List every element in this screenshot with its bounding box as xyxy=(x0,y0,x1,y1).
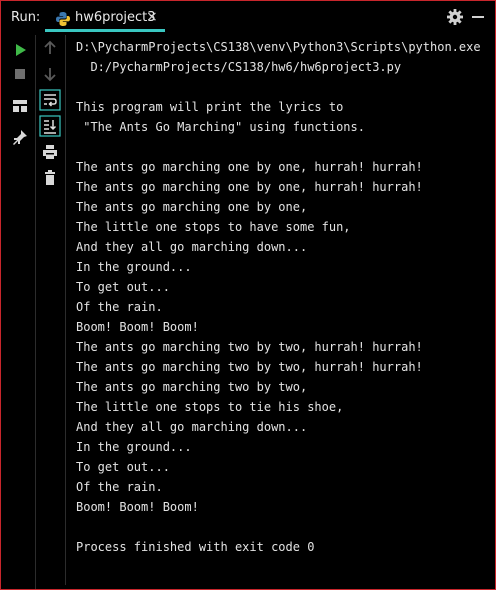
stop-icon[interactable] xyxy=(8,63,32,85)
console-line: "The Ants Go Marching" using functions. xyxy=(76,120,365,134)
console-line: The little one stops to have some fun, xyxy=(76,220,351,234)
console-line: In the ground... xyxy=(76,440,192,454)
console-toolbar xyxy=(35,35,64,589)
console-line: The ants go marching one by one, hurrah!… xyxy=(76,180,423,194)
gear-icon[interactable] xyxy=(446,8,464,26)
run-tool-window: Run: hw6project3 × D:\PycharmProjects\CS… xyxy=(0,0,496,590)
arrow-up-icon[interactable] xyxy=(38,37,62,59)
console-line: To get out... xyxy=(76,280,170,294)
console-line: And they all go marching down... xyxy=(76,240,308,254)
console-line: D:\PycharmProjects\CS138\venv\Python3\Sc… xyxy=(76,40,481,54)
console-line: Process finished with exit code 0 xyxy=(76,540,315,554)
console-line: Boom! Boom! Boom! xyxy=(76,500,199,514)
console-line: The ants go marching one by one, xyxy=(76,200,308,214)
console-line: The ants go marching one by one, hurrah!… xyxy=(76,160,423,174)
soft-wrap-icon[interactable] xyxy=(38,89,62,111)
console-line: Boom! Boom! Boom! xyxy=(76,320,199,334)
console-line: The ants go marching two by two, hurrah!… xyxy=(76,340,423,354)
console-line: The little one stops to tie his shoe, xyxy=(76,400,344,414)
console-line: D:/PycharmProjects/CS138/hw6/hw6project3… xyxy=(76,60,402,74)
console-text: D:\PycharmProjects\CS138\venv\Python3\Sc… xyxy=(76,37,481,557)
pin-icon[interactable] xyxy=(8,127,32,149)
scroll-to-end-icon[interactable] xyxy=(38,115,62,137)
console-line: To get out... xyxy=(76,460,170,474)
console-line: This program will print the lyrics to xyxy=(76,100,344,114)
console-line: The ants go marching two by two, hurrah!… xyxy=(76,360,423,374)
trash-icon[interactable] xyxy=(38,167,62,189)
close-icon[interactable]: × xyxy=(146,9,158,25)
console-line: Of the rain. xyxy=(76,300,163,314)
console-line: And they all go marching down... xyxy=(76,420,308,434)
tab-hw6project3[interactable]: hw6project3 × xyxy=(45,5,165,32)
layout-icon[interactable] xyxy=(8,95,32,117)
print-icon[interactable] xyxy=(38,141,62,163)
console-line: In the ground... xyxy=(76,260,192,274)
console-output[interactable]: D:\PycharmProjects\CS138\venv\Python3\Sc… xyxy=(65,35,491,585)
console-line: The ants go marching two by two, xyxy=(76,380,308,394)
run-header: Run: hw6project3 × xyxy=(1,1,495,35)
python-icon xyxy=(56,12,70,26)
run-label: Run: xyxy=(11,10,41,25)
play-icon[interactable] xyxy=(8,39,32,61)
active-tab-indicator xyxy=(45,29,165,32)
arrow-down-icon[interactable] xyxy=(38,63,62,85)
console-line: Of the rain. xyxy=(76,480,163,494)
tab-title: hw6project3 xyxy=(75,10,156,25)
run-toolbar xyxy=(7,35,33,589)
minimize-icon[interactable] xyxy=(472,16,484,18)
